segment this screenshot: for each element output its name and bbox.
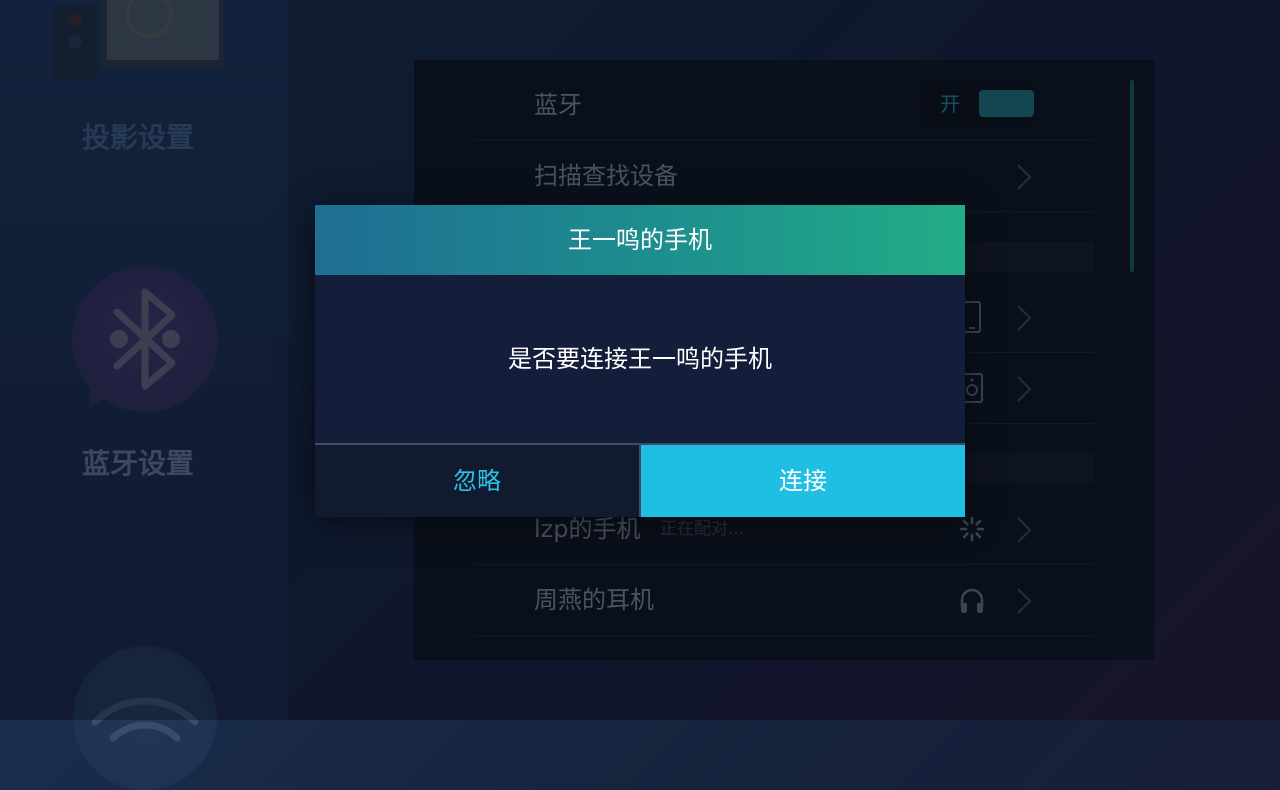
dialog-title: 王一鸣的手机 — [315, 205, 965, 275]
ignore-button[interactable]: 忽略 — [315, 445, 641, 517]
dialog-footer: 忽略 连接 — [315, 443, 965, 517]
connect-dialog: 王一鸣的手机 是否要连接王一鸣的手机 忽略 连接 — [315, 205, 965, 517]
connect-button[interactable]: 连接 — [641, 445, 965, 517]
dialog-message: 是否要连接王一鸣的手机 — [508, 345, 772, 373]
